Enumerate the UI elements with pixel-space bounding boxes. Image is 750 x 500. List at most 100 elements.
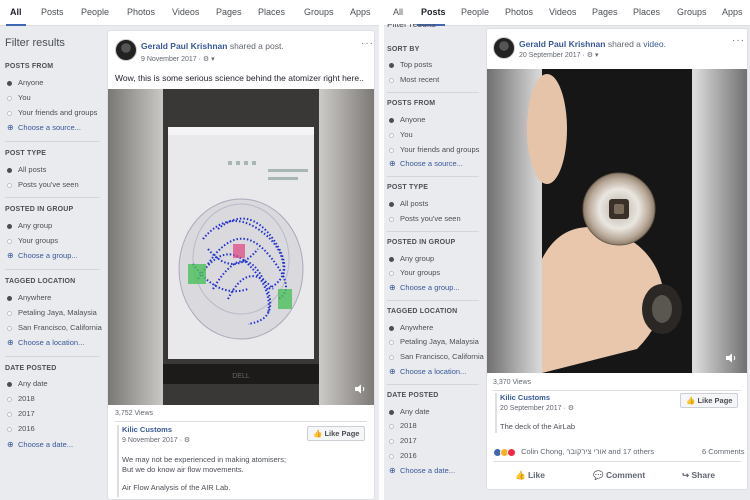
volume-icon[interactable] — [354, 384, 366, 394]
filter-option-petaling-jaya[interactable]: Petaling Jaya, Malaysia — [389, 337, 479, 346]
filter-option-san-francisco[interactable]: San Francisco, California — [7, 323, 102, 332]
post-meta: 9 November 2017 · ⚙ ▾ — [141, 55, 215, 63]
video-frame-image: DELL — [108, 89, 374, 405]
choose-group-link[interactable]: ⊕ Choose a group... — [7, 251, 78, 260]
filter-option-all-posts[interactable]: All posts — [7, 165, 46, 174]
choose-location-link[interactable]: ⊕ Choose a location... — [7, 338, 84, 347]
filter-option-2016[interactable]: 2016 — [7, 424, 35, 433]
divider — [5, 141, 100, 142]
source-text-line: We may not be experienced in making atom… — [122, 455, 287, 464]
filter-option-any-group[interactable]: Any group — [389, 254, 434, 263]
author-name-link[interactable]: Gerald Paul Krishnan — [519, 39, 605, 49]
like-page-button[interactable]: 👍 Like Page — [307, 426, 366, 441]
source-text: The deck of the AirLab — [500, 422, 576, 431]
post-meta: 20 September 2017 · ⚙ ▾ — [519, 51, 598, 59]
more-options-icon[interactable]: ··· — [361, 38, 374, 49]
posts-from-heading: POSTS FROM — [387, 100, 436, 107]
tab-posts[interactable]: Posts — [41, 7, 64, 17]
tab-photos[interactable]: Photos — [505, 7, 533, 17]
plus-icon: ⊕ — [7, 338, 14, 347]
filter-option-2017[interactable]: 2017 — [389, 436, 417, 445]
filter-option-most-recent[interactable]: Most recent — [389, 75, 439, 84]
radio-icon — [389, 132, 394, 138]
post-date-link[interactable]: 9 November 2017 — [141, 56, 197, 63]
comment-action-button[interactable]: 💬 Comment — [593, 470, 645, 481]
choose-source-link[interactable]: ⊕ Choose a source... — [389, 159, 463, 168]
like-action-button[interactable]: 👍 Like — [515, 470, 545, 481]
radio-icon — [389, 354, 394, 360]
choose-source-link[interactable]: ⊕ Choose a source... — [7, 123, 81, 132]
filter-option-petaling-jaya[interactable]: Petaling Jaya, Malaysia — [7, 308, 97, 317]
filter-option-posts-seen[interactable]: Posts you've seen — [389, 214, 461, 223]
radio-icon — [389, 216, 394, 222]
filter-option-top-posts[interactable]: Top posts — [389, 60, 432, 69]
tab-videos[interactable]: Videos — [172, 7, 199, 17]
tab-videos[interactable]: Videos — [549, 7, 576, 17]
filter-option-any-date[interactable]: Any date — [389, 407, 430, 416]
tab-all[interactable]: All — [393, 7, 403, 17]
source-page-name[interactable]: Kilic Customs — [122, 425, 172, 434]
divider — [493, 461, 741, 462]
filter-option-san-francisco[interactable]: San Francisco, California — [389, 352, 484, 361]
filter-option-2018[interactable]: 2018 — [389, 421, 417, 430]
volume-icon[interactable] — [725, 353, 737, 363]
video-player[interactable] — [487, 69, 747, 373]
tab-posts[interactable]: Posts — [421, 7, 446, 17]
comments-count[interactable]: 6 Comments — [702, 447, 745, 456]
thumbs-up-icon: 👍 — [515, 470, 528, 480]
filter-results-title: Filter results — [5, 37, 65, 49]
plus-icon: ⊕ — [7, 123, 14, 132]
filter-option-friends-groups[interactable]: Your friends and groups — [389, 145, 479, 154]
post-date-link[interactable]: 20 September 2017 — [519, 52, 581, 59]
filter-option-any-date[interactable]: Any date — [7, 379, 48, 388]
filter-option-you[interactable]: You — [7, 93, 31, 102]
tab-groups[interactable]: Groups — [304, 7, 334, 17]
filter-option-friends-groups[interactable]: Your friends and groups — [7, 108, 97, 117]
tab-places[interactable]: Places — [258, 7, 285, 17]
more-options-icon[interactable]: ··· — [732, 35, 745, 46]
tab-pages[interactable]: Pages — [216, 7, 242, 17]
tab-apps[interactable]: Apps — [350, 7, 371, 17]
filter-option-anyone[interactable]: Anyone — [7, 78, 43, 87]
filter-option-you[interactable]: You — [389, 130, 413, 139]
tab-photos[interactable]: Photos — [127, 7, 155, 17]
filter-option-anywhere[interactable]: Anywhere — [389, 323, 433, 332]
radio-selected-icon — [389, 325, 394, 331]
filter-option-2018[interactable]: 2018 — [7, 394, 35, 403]
filter-option-2017[interactable]: 2017 — [7, 409, 35, 418]
reactions-summary[interactable]: Colin Chong, אורי צירקובר and 17 others — [493, 447, 654, 457]
filter-option-2016[interactable]: 2016 — [389, 451, 417, 460]
tab-apps[interactable]: Apps — [722, 7, 743, 17]
author-name-link[interactable]: Gerald Paul Krishnan — [141, 41, 227, 51]
tagged-location-heading: TAGGED LOCATION — [387, 308, 458, 315]
filter-option-all-posts[interactable]: All posts — [389, 199, 428, 208]
view-count: 3,370 Views — [493, 379, 532, 386]
date-posted-heading: DATE POSTED — [5, 365, 57, 372]
reactions-text: Colin Chong, אורי צירקובר and 17 others — [521, 447, 655, 456]
choose-location-link[interactable]: ⊕ Choose a location... — [389, 367, 466, 376]
avatar[interactable] — [115, 39, 137, 61]
filter-option-anywhere[interactable]: Anywhere — [7, 293, 51, 302]
share-action-button[interactable]: ↪ Share — [682, 470, 715, 481]
tab-places[interactable]: Places — [633, 7, 660, 17]
filter-option-anyone[interactable]: Anyone — [389, 115, 425, 124]
video-link[interactable]: video. — [643, 39, 666, 49]
like-page-button[interactable]: 👍 Like Page — [680, 393, 739, 408]
avatar[interactable] — [493, 37, 515, 59]
divider — [493, 390, 741, 391]
tab-pages[interactable]: Pages — [592, 7, 618, 17]
tab-people[interactable]: People — [461, 7, 489, 17]
filter-option-posts-seen[interactable]: Posts you've seen — [7, 180, 79, 189]
tab-people[interactable]: People — [81, 7, 109, 17]
choose-date-link[interactable]: ⊕ Choose a date... — [7, 440, 73, 449]
filter-option-your-groups[interactable]: Your groups — [7, 236, 58, 245]
filter-option-any-group[interactable]: Any group — [7, 221, 52, 230]
tab-groups[interactable]: Groups — [677, 7, 707, 17]
radio-selected-icon — [389, 117, 394, 123]
source-page-name[interactable]: Kilic Customs — [500, 393, 550, 402]
choose-group-link[interactable]: ⊕ Choose a group... — [389, 283, 460, 292]
video-player[interactable]: DELL — [108, 89, 374, 405]
filter-option-your-groups[interactable]: Your groups — [389, 268, 440, 277]
choose-date-link[interactable]: ⊕ Choose a date... — [389, 466, 455, 475]
tab-all[interactable]: All — [10, 7, 22, 17]
